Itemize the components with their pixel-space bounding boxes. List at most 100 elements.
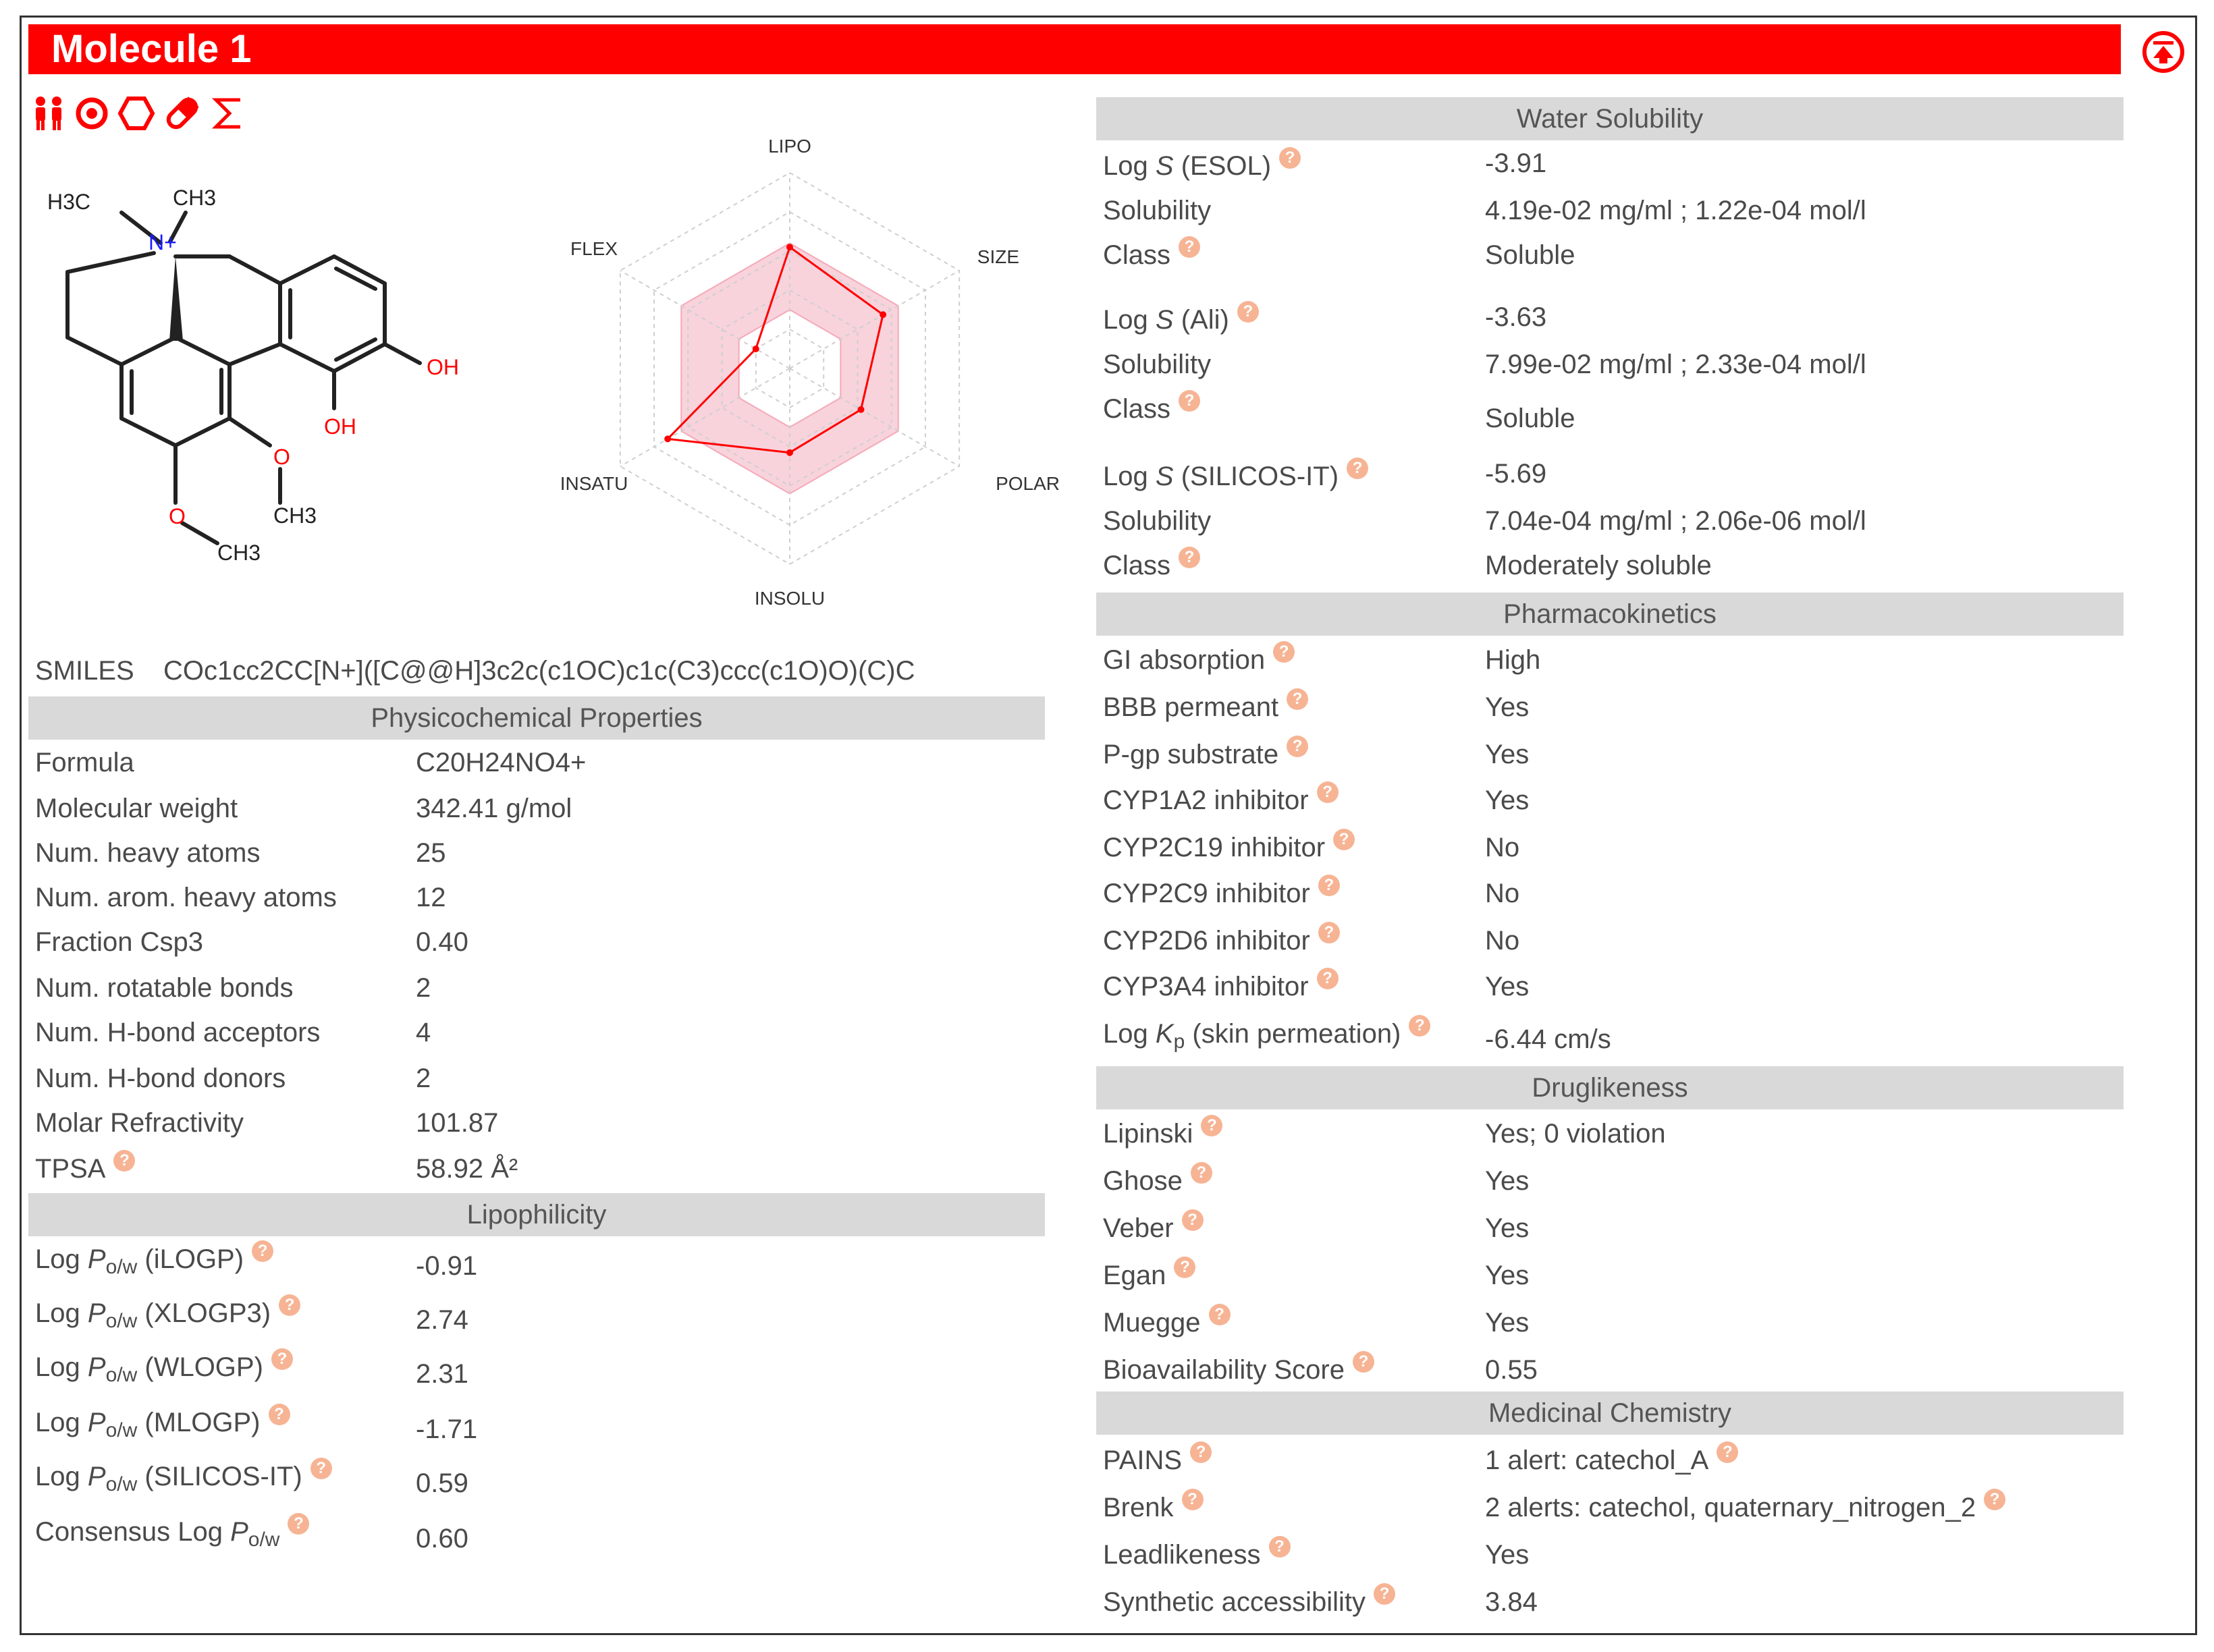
- solubility-method: (Ali): [1181, 305, 1229, 335]
- druglikeness-row-value: Yes: [1485, 1308, 1530, 1338]
- log-prefix: Consensus Log: [35, 1517, 223, 1547]
- log-prefix: Log: [1103, 462, 1148, 491]
- mol-label-o2: O: [169, 504, 186, 528]
- help-icon[interactable]: ?: [1333, 829, 1355, 850]
- solubility-label: Solubility: [1103, 196, 1212, 225]
- radar-point: [880, 311, 887, 319]
- lipophilicity-row-label: Consensus Log Po/w?: [35, 1513, 310, 1551]
- radar-axis-label: SIZE: [977, 246, 1019, 267]
- help-icon[interactable]: ?: [271, 1348, 293, 1370]
- help-icon[interactable]: ?: [1190, 1162, 1212, 1184]
- p-symbol: P: [87, 1462, 106, 1491]
- help-icon[interactable]: ?: [1347, 458, 1369, 479]
- pk-label-text: CYP1A2 inhibitor: [1103, 786, 1309, 815]
- pharmacokinetics-row-value: Yes: [1485, 786, 1530, 815]
- log-prefix: Log: [35, 1352, 80, 1382]
- physchem-label-text: Num. H-bond donors: [35, 1064, 286, 1093]
- help-icon[interactable]: ?: [1409, 1015, 1431, 1037]
- physchem-row-value: 2: [416, 1064, 431, 1093]
- physchem-label-text: Molecular weight: [35, 794, 238, 823]
- druglikeness-row-value: 0.55: [1485, 1355, 1538, 1385]
- radar-axis-label: POLAR: [996, 473, 1060, 494]
- druglikeness-label-text: Ghose: [1103, 1166, 1183, 1196]
- help-icon[interactable]: ?: [1273, 641, 1295, 663]
- help-icon[interactable]: ?: [1316, 968, 1339, 989]
- pharmacokinetics-row-value: Yes: [1485, 972, 1530, 1001]
- help-icon[interactable]: ?: [1208, 1304, 1231, 1325]
- target-icon[interactable]: [73, 94, 111, 132]
- druglikeness-label-text: Veber: [1103, 1213, 1174, 1243]
- help-icon[interactable]: ?: [268, 1404, 290, 1425]
- physchem-row-value: 4: [416, 1018, 431, 1047]
- p-symbol: P: [87, 1244, 106, 1274]
- druglikeness-row-value: Yes: [1485, 1166, 1530, 1196]
- help-icon[interactable]: ?: [1279, 147, 1301, 169]
- medchem-value-text: Yes: [1485, 1540, 1530, 1570]
- help-icon[interactable]: ?: [1179, 390, 1201, 412]
- class-value: Moderately soluble: [1485, 551, 1712, 580]
- help-icon[interactable]: ?: [1174, 1257, 1196, 1278]
- druglikeness-row-label: Egan?: [1103, 1257, 1196, 1292]
- help-icon[interactable]: ?: [1268, 1536, 1291, 1558]
- druglikeness-row-label: Veber?: [1103, 1209, 1204, 1244]
- radar-point: [664, 435, 672, 443]
- class-label-text: Class: [1103, 240, 1171, 270]
- physchem-label-text: Num. H-bond acceptors: [35, 1018, 321, 1047]
- help-icon[interactable]: ?: [1237, 301, 1259, 323]
- help-icon[interactable]: ?: [1374, 1583, 1396, 1605]
- physchem-row-value: 12: [416, 883, 446, 912]
- help-icon[interactable]: ?: [1190, 1441, 1212, 1463]
- lipinski-people-icon[interactable]: [31, 94, 69, 132]
- help-icon[interactable]: ?: [1318, 922, 1340, 943]
- help-icon[interactable]: ?: [1201, 1115, 1223, 1136]
- class-label: Class?: [1103, 390, 1201, 425]
- druglikeness-row-label: Lipinski?: [1103, 1115, 1223, 1150]
- lipophilicity-row-value: 0.59: [416, 1468, 468, 1498]
- collapse-up-icon[interactable]: [2141, 30, 2186, 74]
- class-label: Class?: [1103, 236, 1201, 271]
- help-icon[interactable]: ?: [1717, 1441, 1739, 1463]
- class-value: Soluble: [1485, 240, 1575, 270]
- help-icon[interactable]: ?: [1318, 875, 1340, 896]
- medchem-row-value: 2 alerts: catechol, quaternary_nitrogen_…: [1485, 1489, 2006, 1524]
- p-symbol: P: [87, 1352, 106, 1382]
- help-icon[interactable]: ?: [288, 1513, 310, 1535]
- molecule-title-bar: Molecule 1: [28, 24, 2121, 74]
- physchem-row-label: Num. rotatable bonds: [35, 972, 293, 1004]
- sigma-icon[interactable]: [209, 94, 247, 132]
- radar-axis-label: INSATU: [560, 473, 628, 494]
- help-icon[interactable]: ?: [113, 1150, 136, 1172]
- lipophilicity-row-label: Log Po/w (WLOGP)?: [35, 1348, 293, 1385]
- medchem-row-label: Synthetic accessibility?: [1103, 1583, 1396, 1618]
- help-icon[interactable]: ?: [1181, 1209, 1204, 1231]
- pharmacokinetics-row-value: No: [1485, 879, 1520, 908]
- physchem-row-label: Num. heavy atoms: [35, 837, 260, 869]
- help-icon[interactable]: ?: [1287, 736, 1309, 757]
- help-icon[interactable]: ?: [1179, 236, 1201, 258]
- capsule-icon[interactable]: [163, 94, 201, 132]
- molecule-structure-image: H3C CH3 N+ OH OH O CH3 O CH3: [40, 148, 486, 580]
- help-icon[interactable]: ?: [1287, 688, 1309, 710]
- help-icon[interactable]: ?: [1352, 1351, 1374, 1373]
- solubility-label: Solubility: [1103, 506, 1212, 536]
- help-icon[interactable]: ?: [310, 1458, 332, 1479]
- help-icon[interactable]: ?: [1984, 1489, 2006, 1510]
- medchem-label-text: PAINS: [1103, 1446, 1183, 1475]
- help-icon[interactable]: ?: [1179, 547, 1201, 568]
- medchem-value-text: 2 alerts: catechol, quaternary_nitrogen_…: [1485, 1493, 1976, 1522]
- class-label-text: Class: [1103, 551, 1171, 580]
- physchem-row-label: Molar Refractivity: [35, 1107, 244, 1139]
- physchem-section-header: Physicochemical Properties: [28, 696, 1045, 740]
- log-prefix: Log: [1103, 1019, 1148, 1049]
- pharmacokinetics-row-label: GI absorption?: [1103, 641, 1295, 676]
- hexagon-icon[interactable]: [117, 94, 155, 132]
- physchem-label-text: TPSA: [35, 1154, 106, 1184]
- log-s-value: -5.69: [1485, 459, 1547, 489]
- help-icon[interactable]: ?: [1316, 781, 1339, 803]
- bioavailability-radar: LIPO SIZE POLAR INSOLU INSATU FLEX: [500, 128, 1080, 628]
- help-icon[interactable]: ?: [1181, 1489, 1204, 1510]
- help-icon[interactable]: ?: [252, 1240, 274, 1262]
- help-icon[interactable]: ?: [279, 1294, 301, 1316]
- ow-subscript: o/w: [248, 1529, 280, 1551]
- pharmacokinetics-row-label: P-gp substrate?: [1103, 736, 1309, 771]
